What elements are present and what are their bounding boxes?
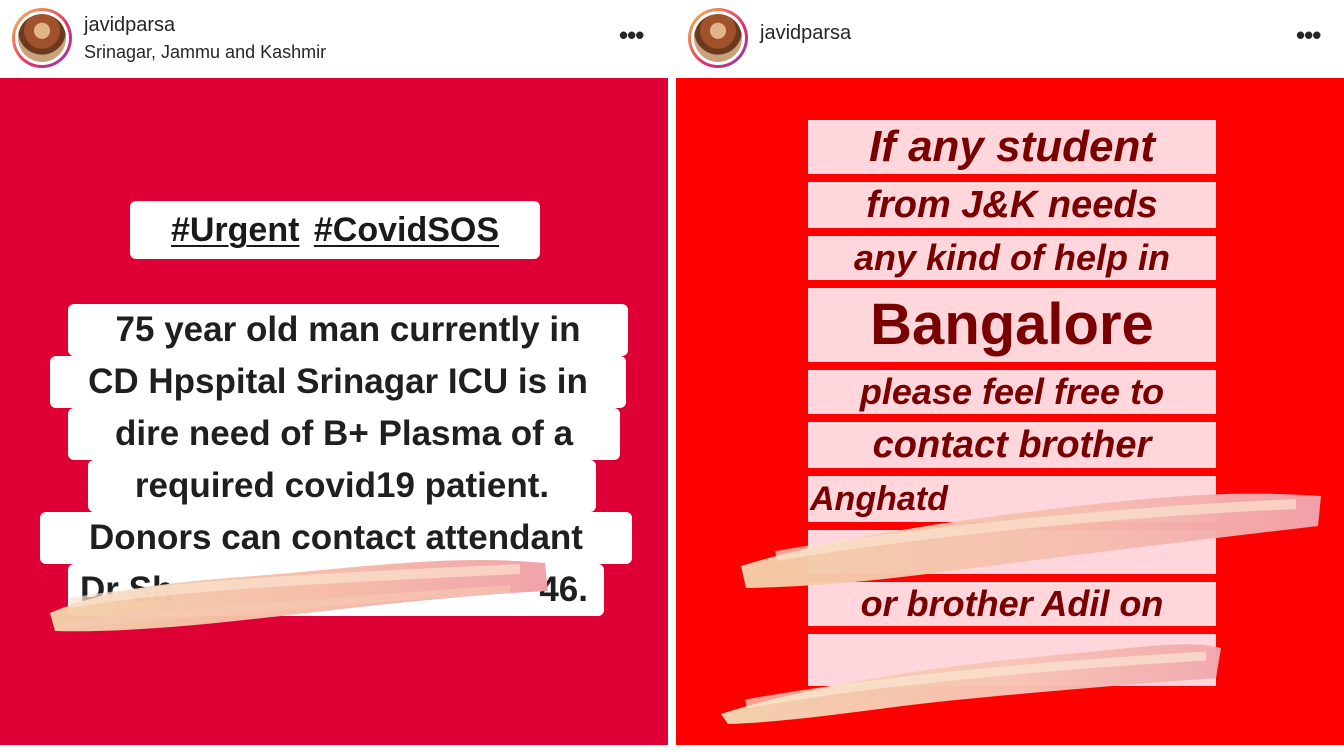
more-horizontal-icon[interactable]: ••• bbox=[619, 22, 644, 48]
message-line: dire need of B+ Plasma of a bbox=[68, 408, 620, 460]
message-line: required covid19 patient. bbox=[88, 460, 596, 512]
redaction-scribble bbox=[50, 560, 548, 632]
post-divider bbox=[668, 0, 676, 756]
hashtag-urgent[interactable]: #Urgent bbox=[171, 211, 299, 249]
instagram-post-right: javidparsa ••• If any student from J&K n… bbox=[676, 0, 1344, 756]
hashtag-covidsos[interactable]: #CovidSOS bbox=[314, 211, 499, 249]
profile-photo bbox=[694, 14, 742, 62]
post-header: javidparsa ••• bbox=[676, 0, 1344, 78]
hashtag-box: #Urgent #CovidSOS bbox=[130, 201, 540, 259]
avatar[interactable] bbox=[12, 8, 72, 68]
more-horizontal-icon[interactable]: ••• bbox=[1296, 22, 1321, 48]
banner-line: If any student bbox=[808, 120, 1216, 174]
username[interactable]: javidparsa bbox=[84, 14, 175, 37]
banner-line: Bangalore bbox=[808, 288, 1216, 362]
location-link[interactable]: Srinagar, Jammu and Kashmir bbox=[84, 42, 326, 63]
post-header: javidparsa Srinagar, Jammu and Kashmir •… bbox=[0, 0, 668, 78]
avatar[interactable] bbox=[688, 8, 748, 68]
redaction-scribble bbox=[721, 644, 1221, 724]
post-image: #Urgent #CovidSOS 75 year old man curren… bbox=[0, 78, 668, 745]
banner-line: contact brother bbox=[808, 422, 1216, 468]
redaction-scribble bbox=[741, 493, 1321, 588]
message-line: 75 year old man currently in bbox=[68, 304, 628, 356]
profile-photo bbox=[18, 14, 66, 62]
message-line: CD Hpspital Srinagar ICU is in bbox=[50, 356, 626, 408]
banner-line: please feel free to bbox=[808, 370, 1216, 414]
instagram-post-left: javidparsa Srinagar, Jammu and Kashmir •… bbox=[0, 0, 668, 756]
banner-line: any kind of help in bbox=[808, 236, 1216, 280]
post-image: If any student from J&K needs any kind o… bbox=[676, 78, 1344, 745]
username[interactable]: javidparsa bbox=[760, 22, 851, 45]
banner-line: from J&K needs bbox=[808, 182, 1216, 228]
